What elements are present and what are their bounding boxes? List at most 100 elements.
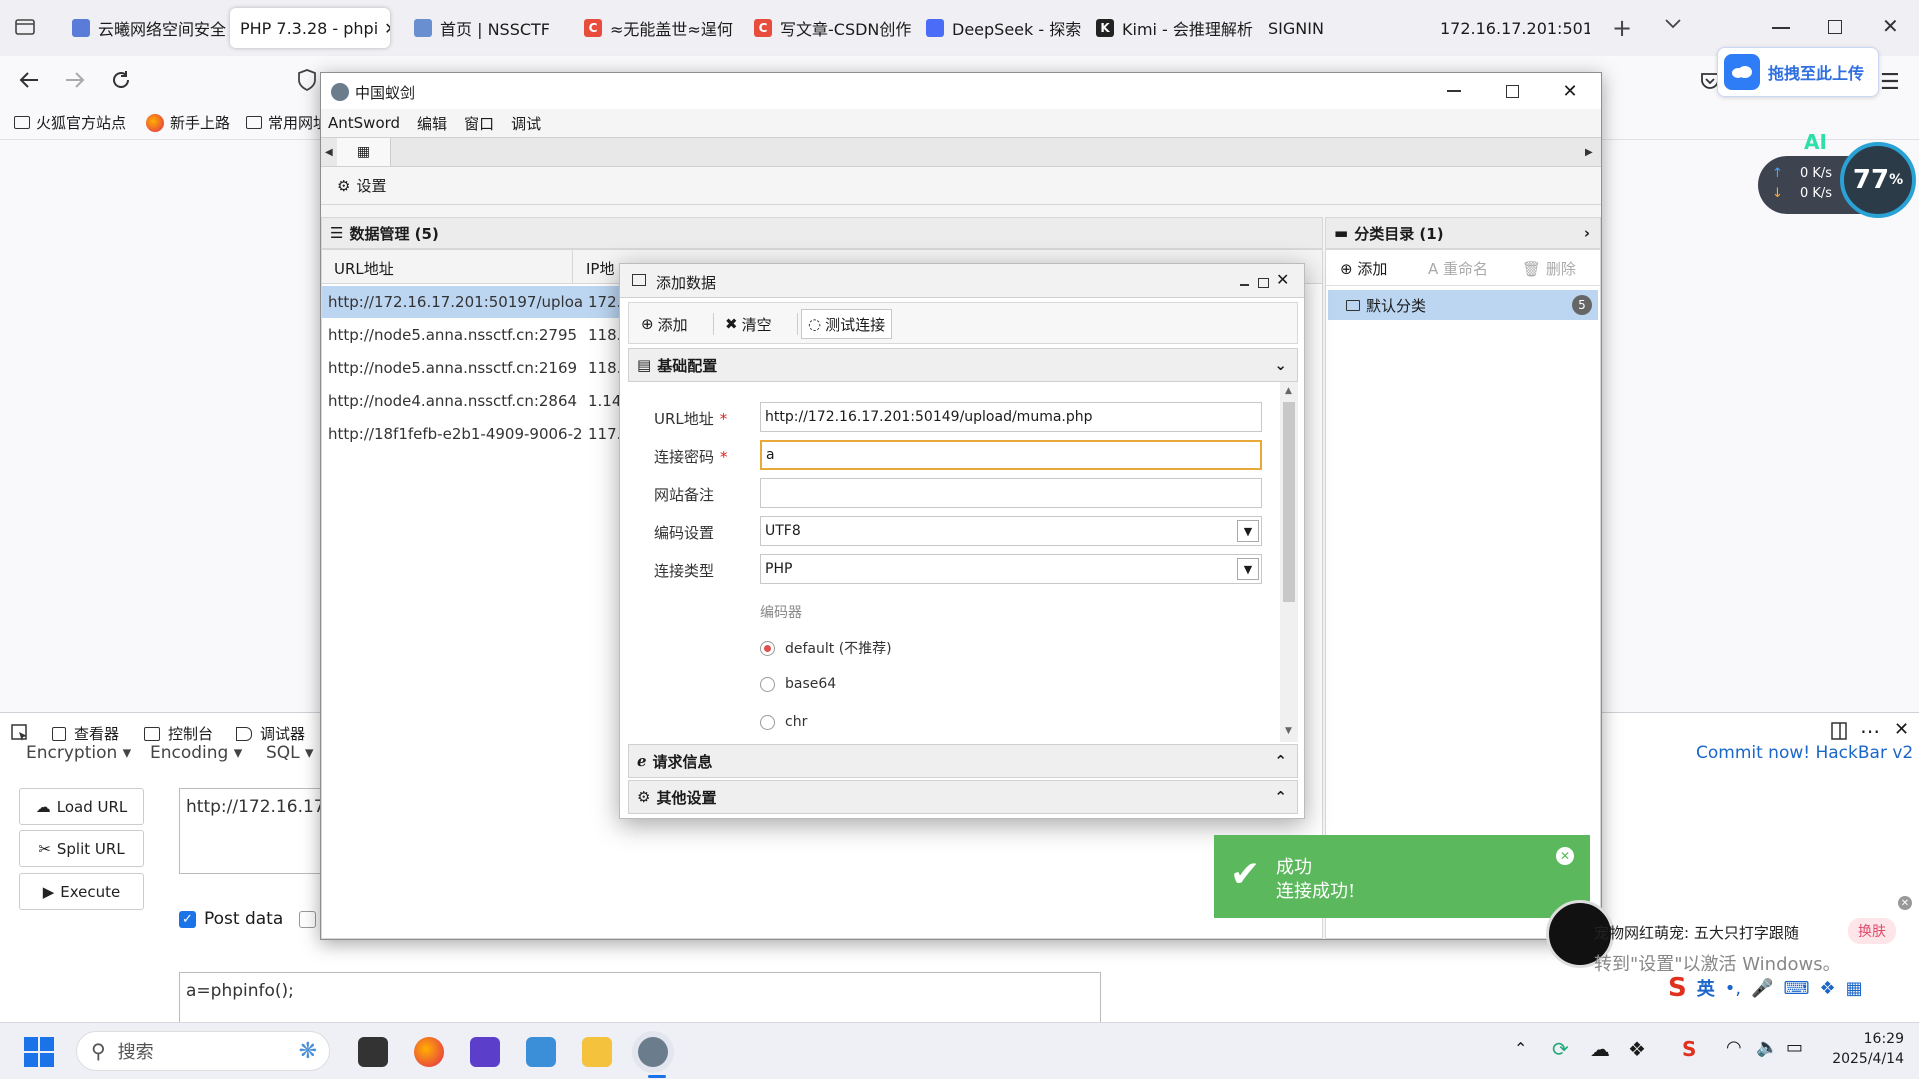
commit-link[interactable]: Commit now! HackBar v2 bbox=[1696, 743, 1913, 763]
tab-target-host[interactable]: 172.16.17.201:50197 bbox=[1430, 8, 1590, 48]
sync-icon[interactable]: ⟳ bbox=[1552, 1037, 1569, 1061]
url-input[interactable]: http://172.16.17.201:50149/upload/muma.p… bbox=[760, 402, 1262, 432]
menu-antsword[interactable]: AntSword bbox=[328, 114, 400, 132]
encryption-menu[interactable]: Encryption ▾ bbox=[26, 743, 131, 763]
form-scrollbar[interactable]: ▲ ▼ bbox=[1280, 382, 1298, 742]
tab-overview-icon[interactable] bbox=[14, 16, 36, 38]
sql-menu[interactable]: SQL ▾ bbox=[266, 743, 314, 763]
sogou-tray-icon[interactable]: S bbox=[1682, 1037, 1696, 1061]
encoder-default-radio[interactable]: default (不推荐) bbox=[760, 638, 892, 658]
minimize-icon[interactable] bbox=[1240, 284, 1249, 286]
section-basic-config[interactable]: ▤ 基础配置 ⌄ bbox=[628, 348, 1298, 382]
battery-icon[interactable]: ▭ bbox=[1786, 1037, 1803, 1058]
cloud-upload-widget[interactable]: 拖拽至此上传 bbox=[1717, 47, 1879, 97]
split-url-button[interactable]: ✂ Split URL bbox=[19, 830, 144, 867]
chevron-right-icon[interactable]: › bbox=[1584, 224, 1590, 242]
encoding-select[interactable]: UTF8 ▼ bbox=[760, 516, 1262, 546]
shield-icon[interactable] bbox=[296, 68, 318, 92]
back-icon[interactable] bbox=[18, 70, 40, 90]
type-select[interactable]: PHP ▼ bbox=[760, 554, 1262, 584]
clear-button[interactable]: ✖ 清空 bbox=[719, 309, 778, 339]
net-speed-widget[interactable]: AI ↑ 0 K/s ↓ 0 K/s 77% bbox=[1758, 130, 1916, 220]
bookmark-getting-started[interactable]: 新手上路 bbox=[146, 112, 230, 133]
clock-date[interactable]: 2025/4/14 bbox=[1826, 1051, 1904, 1067]
close-window-icon[interactable]: ✕ bbox=[1882, 14, 1899, 38]
load-url-button[interactable]: ☁ Load URL bbox=[19, 788, 144, 825]
volume-icon[interactable]: 🔈 bbox=[1756, 1037, 1778, 1058]
new-tab-icon[interactable]: + bbox=[1612, 14, 1632, 42]
menu-edit[interactable]: 编辑 bbox=[417, 113, 447, 134]
punctuation-icon[interactable]: •, bbox=[1725, 978, 1741, 999]
toolbox-icon[interactable]: ▦ bbox=[1846, 978, 1863, 999]
menu-window[interactable]: 窗口 bbox=[464, 113, 494, 134]
wifi-icon[interactable]: ◠ bbox=[1726, 1037, 1742, 1058]
minimize-icon[interactable] bbox=[1425, 73, 1483, 109]
url-textarea[interactable]: http://172.16.17.2 bbox=[179, 788, 329, 874]
reload-icon[interactable] bbox=[110, 69, 132, 91]
encoder-chr-radio[interactable]: chr bbox=[760, 714, 807, 730]
execute-button[interactable]: ▶ Execute bbox=[19, 873, 144, 910]
dock-icon[interactable] bbox=[1830, 721, 1848, 741]
sogou-icon[interactable]: S bbox=[1668, 973, 1687, 1003]
tab-inspector[interactable]: 查看器 bbox=[52, 723, 119, 744]
section-other-settings[interactable]: ⚙ 其他设置 ⌃ bbox=[628, 780, 1298, 814]
forward-icon[interactable] bbox=[64, 70, 86, 90]
app-tray-icon[interactable]: ❖ bbox=[1628, 1037, 1646, 1061]
tab-csdn-blog[interactable]: C ≈无能盖世≈逞何 bbox=[574, 8, 744, 48]
menu-icon[interactable]: ☰ bbox=[1880, 70, 1900, 95]
add-button[interactable]: ⊕ 添加 bbox=[635, 309, 694, 339]
maximize-icon[interactable] bbox=[1483, 73, 1541, 109]
column-ip[interactable]: IP地 bbox=[586, 258, 614, 279]
tab-signin[interactable]: SIGNIN bbox=[1258, 8, 1378, 48]
clock-time[interactable]: 16:29 bbox=[1844, 1031, 1904, 1047]
tab-yunxi[interactable]: 云曦网络空间安全 bbox=[62, 8, 230, 48]
tab-home[interactable]: ▦ bbox=[337, 138, 391, 166]
cloud-sync-icon[interactable]: ☁ bbox=[1590, 1037, 1610, 1061]
add-category-button[interactable]: ⊕ 添加 bbox=[1340, 258, 1387, 279]
table-row[interactable]: http://node4.anna.nssctf.cn:2864 bbox=[322, 385, 584, 417]
scrollbar-thumb[interactable] bbox=[1283, 402, 1295, 602]
restore-icon[interactable] bbox=[1828, 20, 1842, 34]
skin-icon[interactable]: ❖ bbox=[1819, 978, 1835, 999]
encoding-menu[interactable]: Encoding ▾ bbox=[150, 743, 242, 763]
skin-button[interactable]: 换肤 bbox=[1848, 918, 1896, 944]
scroll-left-icon[interactable]: ◀ bbox=[325, 147, 333, 158]
app-bolt-icon[interactable] bbox=[470, 1037, 500, 1067]
more-options-icon[interactable]: ⋯ bbox=[1860, 719, 1880, 743]
taskbar-search[interactable]: ⚲ 搜索 ❋ bbox=[76, 1031, 330, 1071]
maximize-icon[interactable] bbox=[1258, 278, 1269, 288]
tab-php-info[interactable]: PHP 7.3.28 - phpi✕ bbox=[230, 8, 390, 48]
rename-category-button[interactable]: A 重命名 bbox=[1428, 258, 1488, 279]
post-body-textarea[interactable]: a=phpinfo(); bbox=[179, 972, 1101, 1024]
encoder-base64-radio[interactable]: base64 bbox=[760, 676, 836, 692]
post-data-checkbox[interactable]: ✓ Post data bbox=[179, 909, 317, 929]
close-tab-icon[interactable]: ✕ bbox=[384, 19, 390, 38]
menu-debug[interactable]: 调试 bbox=[511, 113, 541, 134]
tray-overflow-icon[interactable]: ⌃ bbox=[1514, 1039, 1527, 1058]
section-request-info[interactable]: ℯ 请求信息 ⌃ bbox=[628, 744, 1298, 778]
close-devtools-icon[interactable]: ✕ bbox=[1894, 719, 1909, 740]
antsword-taskbar-icon[interactable] bbox=[638, 1037, 668, 1067]
tab-nssctf[interactable]: 首页 | NSSCTF bbox=[404, 8, 574, 48]
close-icon[interactable]: ✕ bbox=[1541, 73, 1599, 109]
close-toast-icon[interactable]: ✕ bbox=[1556, 847, 1574, 865]
note-input[interactable] bbox=[760, 478, 1262, 508]
close-icon[interactable]: ✕ bbox=[1276, 270, 1289, 289]
table-row[interactable]: http://172.16.17.201:50197/uploa bbox=[322, 286, 584, 318]
microphone-icon[interactable]: 🎤 bbox=[1751, 978, 1773, 999]
scroll-right-icon[interactable]: ▶ bbox=[1585, 147, 1593, 158]
column-url[interactable]: URL地址 bbox=[334, 258, 394, 279]
checkbox-unchecked-icon[interactable] bbox=[299, 910, 317, 928]
table-row[interactable]: http://node5.anna.nssctf.cn:2795 bbox=[322, 319, 584, 351]
windows-start-icon[interactable] bbox=[24, 1037, 54, 1067]
ime-language[interactable]: 英 bbox=[1697, 975, 1715, 1001]
bookmark-common-sites[interactable]: 常用网址 bbox=[246, 112, 328, 133]
keyboard-icon[interactable]: ⌨ bbox=[1784, 978, 1810, 999]
firefox-icon[interactable] bbox=[414, 1037, 444, 1067]
category-item-default[interactable]: 默认分类 5 bbox=[1328, 290, 1598, 320]
tab-deepseek[interactable]: DeepSeek - 探索 bbox=[916, 8, 1086, 48]
table-row[interactable]: http://node5.anna.nssctf.cn:2169 bbox=[322, 352, 584, 384]
test-connection-button[interactable]: ◌ 测试连接 bbox=[801, 309, 893, 339]
tab-kimi[interactable]: K Kimi - 会推理解析 bbox=[1086, 8, 1256, 48]
settings-bar[interactable]: ⚙ 设置 bbox=[321, 167, 1601, 205]
